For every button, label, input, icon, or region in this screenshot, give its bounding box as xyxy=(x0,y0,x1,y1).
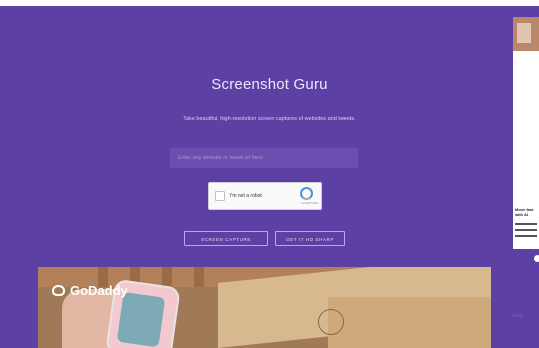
side-ad-text-line xyxy=(515,223,537,225)
side-ad-image-figure xyxy=(517,23,531,43)
side-ad-text-line xyxy=(515,229,537,231)
page-title: Screenshot Guru xyxy=(211,76,328,93)
page-subtitle: Take beautiful, high-resolution screen c… xyxy=(183,116,356,122)
ad-phone-screen xyxy=(116,292,166,348)
recaptcha-logo-icon xyxy=(300,187,313,200)
ad-cardboard-box-2 xyxy=(328,297,491,348)
top-bar xyxy=(0,0,539,6)
recaptcha-brand: reCAPTCHA xyxy=(300,201,318,205)
side-ad-text-line xyxy=(515,235,537,237)
godaddy-logo: GoDaddy xyxy=(52,283,128,298)
recaptcha-label: I'm not a robot xyxy=(230,193,262,199)
ad-box-stamp xyxy=(318,309,344,335)
side-ad[interactable]: Move fast with AI xyxy=(513,17,539,262)
recaptcha-widget[interactable]: I'm not a robot reCAPTCHA xyxy=(208,182,322,210)
url-input[interactable] xyxy=(170,148,358,168)
side-footer-text: © 2024 xyxy=(512,314,524,318)
side-ad-arrow-icon[interactable] xyxy=(534,255,539,262)
side-ad-headline: Move fast with AI xyxy=(515,207,534,217)
godaddy-logo-text: GoDaddy xyxy=(70,283,128,298)
banner-ad[interactable]: GoDaddy xyxy=(38,267,491,348)
recaptcha-checkbox[interactable] xyxy=(215,191,225,201)
ad-wall-slat xyxy=(194,267,204,287)
screen-capture-button[interactable]: SCREEN CAPTURE xyxy=(184,231,268,246)
side-ad-image xyxy=(513,17,539,51)
ad-wall-slat xyxy=(162,267,172,287)
page-background: Screenshot Guru Take beautiful, high-res… xyxy=(0,0,539,348)
godaddy-logo-icon xyxy=(52,285,65,296)
get-hd-button[interactable]: GET IT HD SHARP xyxy=(275,231,345,246)
